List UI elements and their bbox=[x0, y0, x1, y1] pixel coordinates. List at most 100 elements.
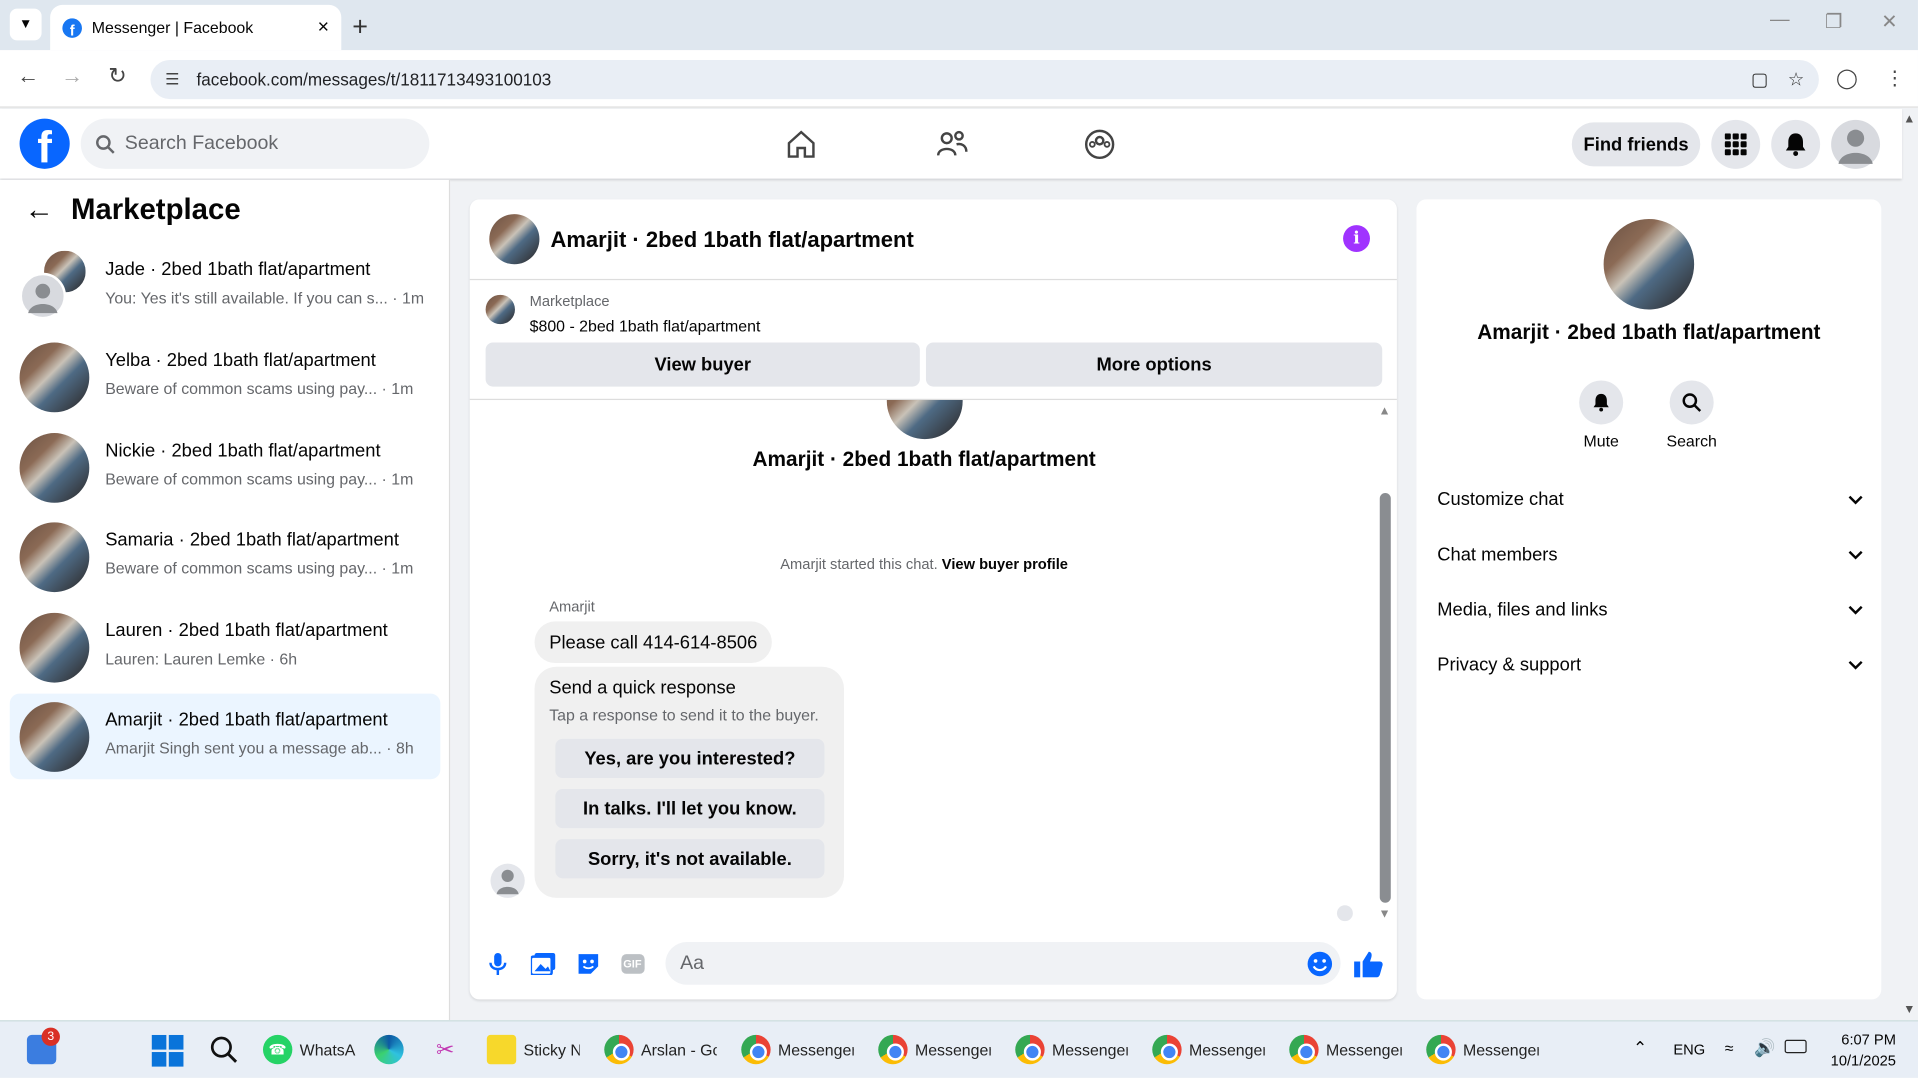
address-bar[interactable]: ☰ facebook.com/messages/t/18117134931001… bbox=[150, 59, 1819, 100]
facebook-logo-icon[interactable]: f bbox=[19, 118, 70, 169]
thumbs-up-icon[interactable] bbox=[1354, 949, 1383, 978]
section-chat-members[interactable]: Chat members bbox=[1437, 544, 1863, 565]
clock-date[interactable]: 10/1/2025 bbox=[1825, 1052, 1896, 1069]
scroll-down-icon[interactable]: ▼ bbox=[1379, 908, 1391, 921]
more-options-button[interactable]: More options bbox=[925, 342, 1383, 387]
taskbar-search-icon[interactable] bbox=[209, 1035, 238, 1070]
section-media-files-and-links[interactable]: Media, files and links bbox=[1437, 599, 1863, 620]
reload-icon[interactable]: ↻ bbox=[102, 64, 134, 90]
message-input[interactable]: Aa bbox=[665, 941, 1341, 985]
quick-response-sorry[interactable]: Sorry, it's not available. bbox=[555, 839, 825, 879]
site-info-icon[interactable]: ☰ bbox=[165, 70, 179, 90]
scroll-up-icon[interactable]: ▲ bbox=[1379, 405, 1391, 418]
microphone-icon[interactable] bbox=[483, 949, 512, 978]
taskbar-app[interactable]: Sticky N bbox=[486, 1032, 580, 1066]
photo-gallery-icon[interactable] bbox=[528, 949, 557, 978]
install-app-icon[interactable]: ▢ bbox=[1751, 69, 1768, 91]
taskbar-messenger-window[interactable]: Messenger bbox=[741, 1032, 854, 1066]
thread-preview: Lauren: Lauren Lemke · 6h bbox=[105, 649, 298, 668]
search-in-chat-button[interactable] bbox=[1669, 380, 1714, 425]
battery-icon[interactable] bbox=[1784, 1039, 1807, 1054]
taskbar-app[interactable] bbox=[374, 1032, 404, 1066]
facebook-search-input[interactable]: Search Facebook bbox=[80, 118, 430, 169]
home-icon[interactable] bbox=[783, 126, 820, 163]
back-arrow-icon[interactable]: ← bbox=[24, 193, 53, 227]
close-window-icon[interactable]: ✕ bbox=[1881, 10, 1897, 34]
thread-avatar bbox=[19, 342, 90, 413]
browser-tab[interactable]: f Messenger | Facebook × bbox=[50, 4, 342, 51]
chat-scrollbar-thumb[interactable] bbox=[1379, 492, 1391, 903]
message-placeholder: Aa bbox=[680, 952, 705, 974]
forward-icon[interactable]: → bbox=[56, 64, 88, 90]
account-avatar[interactable] bbox=[1831, 119, 1881, 169]
quick-response-in-talks[interactable]: In talks. I'll let you know. bbox=[555, 789, 825, 829]
thread-item[interactable]: Nickie · 2bed 1bath flat/apartment Beware… bbox=[10, 424, 441, 510]
thread-item[interactable]: Lauren · 2bed 1bath flat/apartment Lauren… bbox=[10, 604, 441, 690]
section-privacy-support[interactable]: Privacy & support bbox=[1437, 654, 1863, 675]
clock-time[interactable]: 6:07 PM bbox=[1825, 1031, 1896, 1048]
quick-response-yes[interactable]: Yes, are you interested? bbox=[555, 738, 825, 779]
mute-button[interactable] bbox=[1579, 380, 1624, 425]
page-scroll-down-icon[interactable]: ▼ bbox=[1903, 1003, 1915, 1016]
thread-preview: Amarjit Singh sent you a message ab... ·… bbox=[105, 738, 414, 758]
chat-avatar[interactable] bbox=[489, 214, 540, 265]
sender-avatar bbox=[490, 863, 525, 898]
notifications-bell-icon[interactable] bbox=[1771, 119, 1821, 169]
new-tab-button[interactable]: + bbox=[352, 11, 368, 43]
sticker-icon[interactable] bbox=[574, 949, 603, 978]
page-scroll-up-icon[interactable]: ▲ bbox=[1903, 113, 1915, 126]
buyer-avatar bbox=[19, 272, 67, 320]
gif-icon[interactable]: GIF bbox=[618, 949, 647, 978]
wifi-icon[interactable]: ≈ bbox=[1725, 1039, 1734, 1057]
whatsapp-icon: ☎ bbox=[262, 1034, 293, 1065]
thread-name: Yelba · 2bed 1bath flat/apartment bbox=[105, 349, 376, 371]
thread-item[interactable]: Amarjit · 2bed 1bath flat/apartment Amarj… bbox=[9, 693, 441, 780]
thread-item[interactable]: Yelba · 2bed 1bath flat/apartment Beware … bbox=[10, 334, 441, 420]
menu-grid-icon[interactable] bbox=[1711, 119, 1761, 169]
language-indicator[interactable]: ENG bbox=[1673, 1041, 1705, 1058]
contact-avatar[interactable] bbox=[1603, 218, 1695, 310]
taskbar-messenger-window[interactable]: Messenger bbox=[1015, 1032, 1128, 1066]
taskbar-messenger-window[interactable]: Messenger bbox=[878, 1032, 991, 1066]
windows-start-icon[interactable] bbox=[151, 1034, 184, 1073]
taskbar-messenger-window[interactable]: Messenger bbox=[1426, 1032, 1539, 1066]
volume-icon[interactable]: 🔊 bbox=[1754, 1037, 1775, 1058]
info-icon[interactable]: i bbox=[1343, 225, 1370, 252]
taskbar-messenger-window[interactable]: Messenger bbox=[1152, 1032, 1265, 1066]
groups-icon[interactable] bbox=[1081, 126, 1118, 163]
section-customize-chat[interactable]: Customize chat bbox=[1437, 489, 1863, 510]
chevron-down-icon bbox=[1848, 660, 1863, 670]
taskbar-app[interactable]: ☎ WhatsA bbox=[262, 1032, 356, 1066]
tray-chevron-icon[interactable]: ⌃ bbox=[1633, 1037, 1647, 1058]
thread-avatar bbox=[19, 702, 90, 772]
tab-search-button[interactable]: ▼ bbox=[9, 8, 42, 41]
listing-thumbnail bbox=[485, 294, 515, 325]
back-icon[interactable]: ← bbox=[12, 64, 44, 90]
search-label: Search bbox=[1666, 431, 1717, 451]
restore-icon[interactable]: ❐ bbox=[1825, 10, 1843, 34]
view-buyer-profile-link[interactable]: View buyer profile bbox=[942, 555, 1068, 572]
view-buyer-button[interactable]: View buyer bbox=[485, 342, 920, 387]
listing-title[interactable]: $800 - 2bed 1bath flat/apartment bbox=[530, 317, 761, 335]
chat-title[interactable]: Amarjit · 2bed 1bath flat/apartment bbox=[550, 228, 913, 254]
find-friends-button[interactable]: Find friends bbox=[1571, 122, 1701, 167]
taskbar-app[interactable]: Arslan - Gc bbox=[604, 1032, 717, 1066]
edge-icon bbox=[374, 1034, 404, 1065]
message-bubble[interactable]: Please call 414-614-8506 bbox=[534, 621, 772, 664]
chrome-icon bbox=[1289, 1034, 1319, 1065]
thread-item[interactable]: Samaria · 2bed 1bath flat/apartment Bewar… bbox=[10, 514, 441, 600]
search-placeholder: Search Facebook bbox=[124, 132, 279, 154]
thread-name: Amarjit · 2bed 1bath flat/apartment bbox=[105, 709, 388, 731]
search-icon bbox=[1682, 393, 1702, 412]
emoji-icon[interactable] bbox=[1305, 949, 1334, 978]
profile-icon[interactable]: ◯ bbox=[1836, 66, 1858, 90]
minimize-icon[interactable]: — bbox=[1770, 10, 1790, 32]
bookmark-star-icon[interactable]: ☆ bbox=[1788, 69, 1804, 91]
menu-kebab-icon[interactable]: ⋮ bbox=[1885, 66, 1905, 90]
taskbar-messenger-window[interactable]: Messenger bbox=[1289, 1032, 1402, 1066]
close-tab-icon[interactable]: × bbox=[318, 17, 329, 39]
friends-icon[interactable] bbox=[933, 126, 970, 163]
thread-name: Samaria · 2bed 1bath flat/apartment bbox=[105, 529, 399, 551]
thread-item[interactable]: Jade · 2bed 1bath flat/apartment You: Yes… bbox=[10, 243, 441, 329]
taskbar-app[interactable]: ✂ bbox=[431, 1032, 460, 1066]
